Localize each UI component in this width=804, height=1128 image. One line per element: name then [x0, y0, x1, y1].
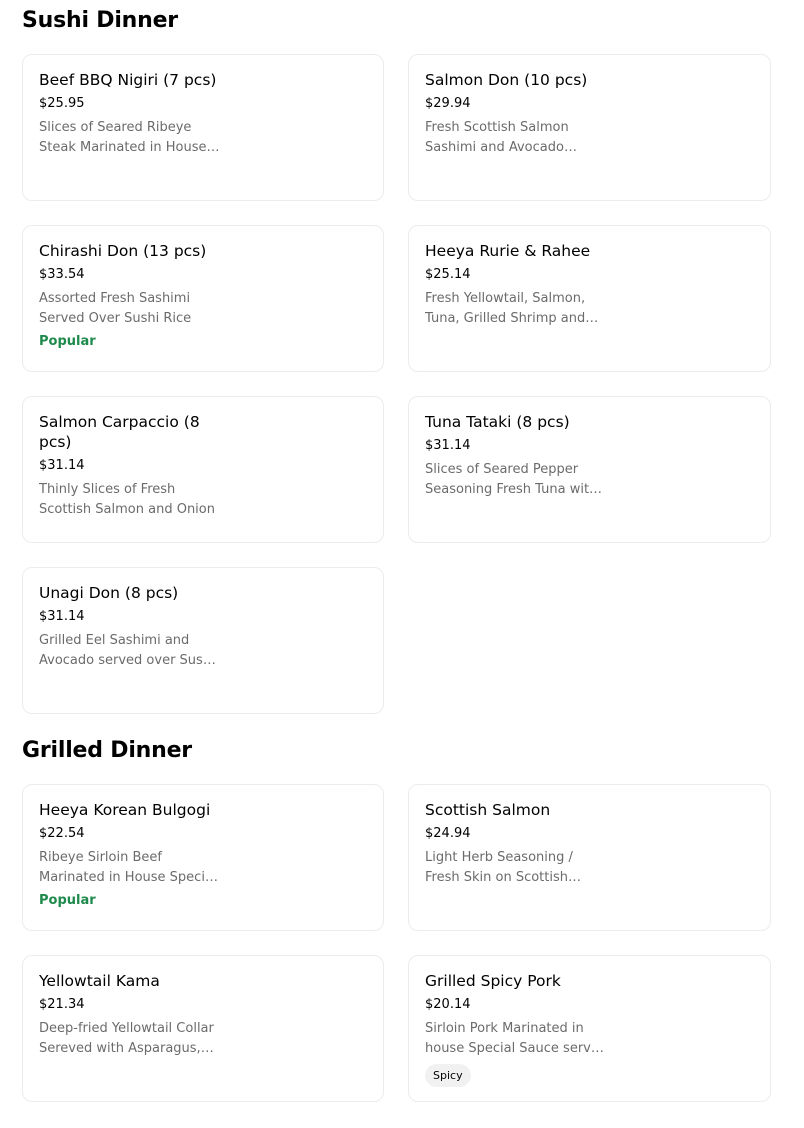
menu-item-card[interactable]: Beef BBQ Nigiri (7 pcs) $25.95 Slices of… — [22, 54, 384, 201]
menu-item-card[interactable]: Chirashi Don (13 pcs) $33.54 Assorted Fr… — [22, 225, 384, 372]
item-price: $31.14 — [39, 458, 85, 473]
item-name: Chirashi Don (13 pcs) — [39, 242, 207, 260]
item-price: $31.14 — [39, 609, 85, 624]
menu-item-card[interactable]: Yellowtail Kama $21.34 Deep-fried Yellow… — [22, 955, 384, 1102]
section-grilled-dinner: Grilled Dinner Heeya Korean Bulgogi $22.… — [0, 714, 804, 1102]
popular-badge: Popular — [39, 334, 96, 349]
item-name: Tuna Tataki (8 pcs) — [425, 413, 570, 431]
item-price: $24.94 — [425, 826, 471, 841]
section-sushi-dinner: Sushi Dinner Beef BBQ Nigiri (7 pcs) $25… — [0, 0, 804, 714]
menu-item-card[interactable]: Scottish Salmon $24.94 Light Herb Season… — [408, 784, 771, 931]
item-name: Grilled Spicy Pork — [425, 972, 561, 990]
item-name: Salmon Don (10 pcs) — [425, 71, 588, 89]
spicy-badge: Spicy — [425, 1064, 471, 1087]
item-description: Grilled Eel Sashimi and Avocado served o… — [39, 633, 215, 668]
item-price: $20.14 — [425, 997, 471, 1012]
item-name: Yellowtail Kama — [39, 972, 160, 990]
menu-item-card[interactable]: Grilled Spicy Pork $20.14 Sirloin Pork M… — [408, 955, 771, 1102]
item-description: Assorted Fresh Sashimi Served Over Sushi… — [39, 291, 192, 326]
item-name: Heeya Korean Bulgogi — [39, 801, 211, 819]
menu-item-card[interactable]: Tuna Tataki (8 pcs) $31.14 Slices of Sea… — [408, 396, 771, 543]
item-name: Heeya Rurie & Rahee — [425, 242, 591, 260]
section-title: Sushi Dinner — [22, 8, 178, 33]
item-name: Salmon Carpaccio (8 pcs) — [39, 413, 200, 451]
item-name: Beef BBQ Nigiri (7 pcs) — [39, 71, 217, 89]
item-description: Slices of Seared Ribeye Steak Marinated … — [39, 120, 207, 155]
menu-item-card[interactable]: Salmon Carpaccio (8 pcs) $31.14 Thinly S… — [22, 396, 384, 543]
menu-grid: Beef BBQ Nigiri (7 pcs) $25.95 Slices of… — [22, 54, 782, 714]
popular-badge: Popular — [39, 893, 96, 908]
item-name: Unagi Don (8 pcs) — [39, 584, 179, 602]
item-description: Thinly Slices of Fresh Scottish Salmon a… — [39, 482, 215, 517]
menu-item-card[interactable]: Heeya Korean Bulgogi $22.54 Ribeye Sirlo… — [22, 784, 384, 931]
item-description: Deep-fried Yellowtail Collar Sereved wit… — [39, 1021, 214, 1056]
menu-item-card[interactable]: Heeya Rurie & Rahee $25.14 Fresh Yellowt… — [408, 225, 771, 372]
item-description: Light Herb Seasoning / Fresh Skin on Sco… — [425, 850, 573, 885]
menu-item-card[interactable]: Salmon Don (10 pcs) $29.94 Fresh Scottis… — [408, 54, 771, 201]
item-price: $25.14 — [425, 267, 471, 282]
item-description: Fresh Scottish Salmon Sashimi and Avocad… — [425, 120, 569, 155]
item-price: $33.54 — [39, 267, 85, 282]
item-name: Scottish Salmon — [425, 801, 551, 819]
item-price: $21.34 — [39, 997, 85, 1012]
menu-grid: Heeya Korean Bulgogi $22.54 Ribeye Sirlo… — [22, 784, 782, 1102]
item-price: $29.94 — [425, 96, 471, 111]
item-description: Ribeye Sirloin Beef Marinated in House S… — [39, 850, 217, 885]
item-description: Sirloin Pork Marinated in house Special … — [425, 1021, 608, 1056]
item-description: Slices of Seared Pepper Seasoning Fresh … — [425, 462, 598, 497]
item-price: $25.95 — [39, 96, 85, 111]
item-price: $22.54 — [39, 826, 85, 841]
item-price: $31.14 — [425, 438, 471, 453]
item-description: Fresh Yellowtail, Salmon, Tuna, Grilled … — [425, 291, 586, 326]
section-title: Grilled Dinner — [22, 738, 192, 763]
menu-item-card[interactable]: Unagi Don (8 pcs) $31.14 Grilled Eel Sas… — [22, 567, 384, 714]
